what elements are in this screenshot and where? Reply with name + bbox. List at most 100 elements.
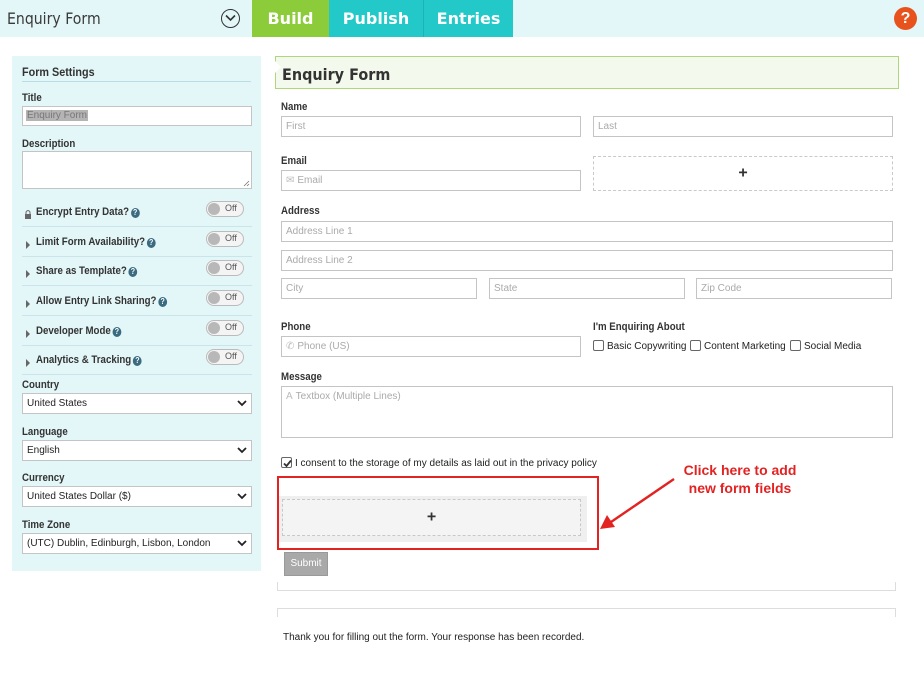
help-icon[interactable]: ? [128, 267, 138, 277]
address-line2-placeholder: Address Line 2 [286, 255, 353, 266]
currency-select[interactable]: United States Dollar ($) [22, 486, 252, 507]
phone-label: Phone [281, 321, 311, 333]
toggle-knob [208, 203, 220, 215]
option-content-marketing[interactable]: Content Marketing [690, 340, 786, 352]
toggle-switch[interactable]: Off [206, 260, 244, 276]
toggle-row-developer-mode[interactable]: Developer Mode? Off [22, 316, 252, 346]
timezone-select[interactable]: (UTC) Dublin, Edinburgh, Lisbon, London [22, 533, 252, 554]
checkmark-icon [283, 459, 292, 468]
toggle-label: Analytics & Tracking [36, 354, 132, 366]
text-icon: A [286, 391, 293, 402]
address-label: Address [281, 205, 320, 217]
message-label: Message [281, 371, 322, 383]
toggle-label: Allow Entry Link Sharing? [36, 295, 157, 307]
tab-publish[interactable]: Publish [329, 0, 424, 37]
toggle-label: Share as Template? [36, 265, 127, 277]
checkbox-checked[interactable] [281, 457, 292, 468]
city-placeholder: City [286, 283, 304, 294]
phone-icon: ✆ [286, 341, 295, 352]
toggle-row-share-template[interactable]: Share as Template?? Off [22, 256, 252, 286]
consent-checkbox-row[interactable]: I consent to the storage of my details a… [281, 457, 597, 469]
help-icon[interactable]: ? [112, 327, 122, 337]
title-input-value: Enquiry Form [26, 110, 89, 121]
city-input[interactable]: City [281, 278, 477, 299]
caret-right-icon [24, 266, 32, 278]
option-social-media[interactable]: Social Media [790, 340, 861, 352]
consent-label: I consent to the storage of my details a… [295, 458, 597, 469]
checkbox[interactable] [593, 340, 604, 351]
checkbox[interactable] [690, 340, 701, 351]
zip-placeholder: Zip Code [701, 283, 742, 294]
phone-placeholder: Phone (US) [297, 341, 350, 352]
help-icon[interactable]: ? [158, 297, 168, 307]
divider [22, 81, 251, 82]
toggle-switch[interactable]: Off [206, 231, 244, 247]
form-settings-panel: Form Settings Title Enquiry Form Descrip… [12, 56, 261, 571]
last-name-placeholder: Last [598, 121, 617, 132]
help-icon[interactable]: ? [146, 238, 156, 248]
help-icon[interactable]: ? [894, 7, 917, 30]
tab-entries[interactable]: Entries [424, 0, 513, 37]
description-label: Description [22, 138, 76, 150]
top-bar: Enquiry Form Build Publish Entries ? [0, 0, 924, 37]
toggle-row-encrypt[interactable]: Encrypt Entry Data?? Off [22, 197, 252, 227]
toggle-state: Off [225, 322, 237, 332]
address-line1-input[interactable]: Address Line 1 [281, 221, 893, 242]
app-title: Enquiry Form [7, 9, 101, 28]
add-field-slot[interactable]: + [593, 156, 893, 191]
form-settings-heading: Form Settings [22, 65, 95, 79]
thank-you-message: Thank you for filling out the form. Your… [283, 632, 585, 643]
annotation-line-2: new form fields [688, 480, 792, 496]
email-input[interactable]: ✉ Email [281, 170, 581, 191]
toggle-switch[interactable]: Off [206, 320, 244, 336]
option-basic-copywriting[interactable]: Basic Copywriting [593, 340, 686, 352]
last-name-input[interactable]: Last [593, 116, 893, 137]
plus-icon: + [738, 164, 748, 182]
timezone-select-value: (UTC) Dublin, Edinburgh, Lisbon, London [27, 538, 211, 549]
address-line1-placeholder: Address Line 1 [286, 226, 353, 237]
phone-input[interactable]: ✆ Phone (US) [281, 336, 581, 357]
option-label: Content Marketing [704, 341, 786, 352]
toggle-switch[interactable]: Off [206, 201, 244, 217]
toggle-switch[interactable]: Off [206, 349, 244, 365]
chevron-down-icon [237, 400, 247, 407]
address-line2-input[interactable]: Address Line 2 [281, 250, 893, 271]
title-input[interactable]: Enquiry Form [22, 106, 252, 126]
message-textarea[interactable]: A Textbox (Multiple Lines) [281, 386, 893, 438]
resize-handle-icon[interactable] [243, 180, 250, 187]
toggle-row-entry-link-sharing[interactable]: Allow Entry Link Sharing?? Off [22, 286, 252, 316]
help-icon[interactable]: ? [132, 356, 142, 366]
caret-right-icon [24, 355, 32, 367]
email-label: Email [281, 155, 307, 167]
chevron-down-icon [237, 447, 247, 454]
chevron-down-icon[interactable] [221, 9, 240, 28]
help-icon[interactable]: ? [130, 208, 140, 218]
highlight-box [277, 476, 599, 550]
toggle-state: Off [225, 351, 237, 361]
currency-label: Currency [22, 472, 65, 484]
country-select[interactable]: United States [22, 393, 252, 414]
toggle-switch[interactable]: Off [206, 290, 244, 306]
divider [277, 582, 896, 591]
form-title-bar[interactable]: Enquiry Form [275, 56, 899, 89]
language-select-value: English [27, 445, 60, 456]
toggle-state: Off [225, 203, 237, 213]
description-textarea[interactable] [22, 151, 252, 189]
language-select[interactable]: English [22, 440, 252, 461]
toggle-label: Limit Form Availability? [36, 236, 146, 248]
toggle-row-limit-availability[interactable]: Limit Form Availability?? Off [22, 227, 252, 257]
submit-button[interactable]: Submit [284, 552, 328, 576]
toggle-row-analytics[interactable]: Analytics & Tracking? Off [22, 345, 252, 375]
checkbox[interactable] [790, 340, 801, 351]
toggle-label: Encrypt Entry Data? [36, 206, 130, 218]
divider [277, 608, 896, 617]
zip-input[interactable]: Zip Code [696, 278, 892, 299]
toggle-state: Off [225, 262, 237, 272]
first-name-placeholder: First [286, 121, 306, 132]
language-label: Language [22, 426, 68, 438]
state-input[interactable]: State [489, 278, 685, 299]
caret-right-icon [24, 296, 32, 308]
tab-build[interactable]: Build [252, 0, 329, 37]
first-name-input[interactable]: First [281, 116, 581, 137]
message-placeholder: Textbox (Multiple Lines) [295, 391, 401, 402]
